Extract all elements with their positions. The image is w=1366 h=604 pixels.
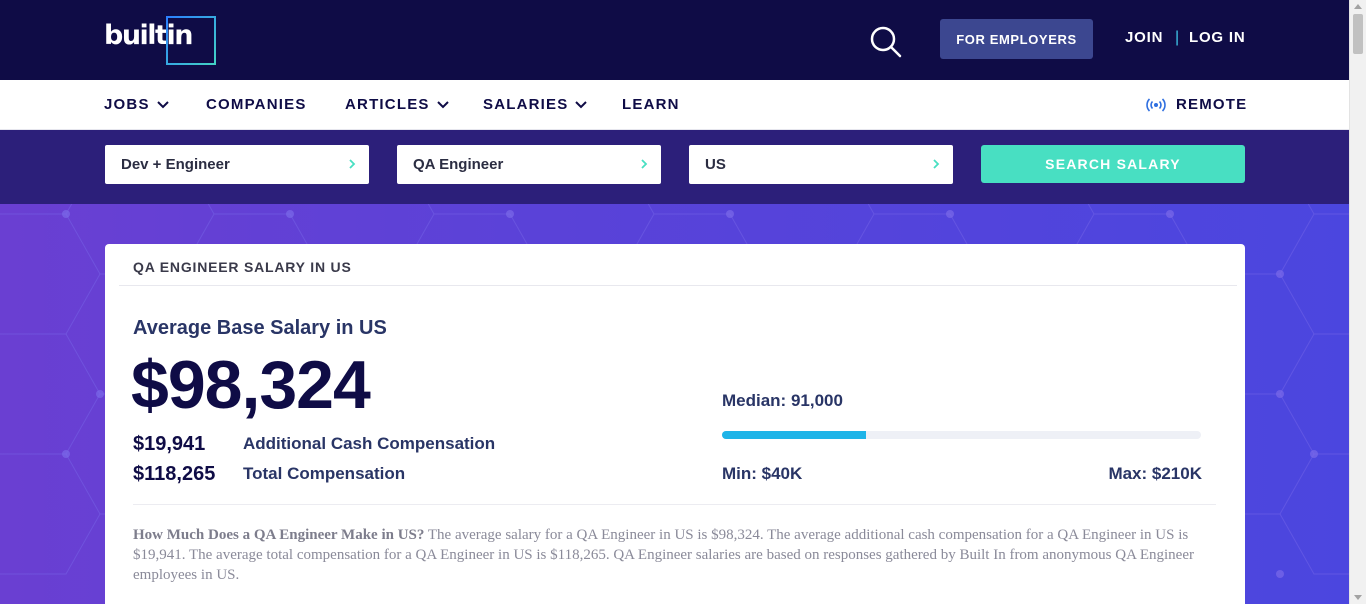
scroll-up-icon[interactable] [1354, 4, 1362, 9]
max-salary-label: Max: $210K [1108, 464, 1202, 483]
scroll-down-icon[interactable] [1354, 595, 1362, 600]
builtin-logo[interactable]: builtin [104, 16, 216, 66]
category-value: Dev + Engineer [121, 156, 230, 173]
additional-compensation-value: $19,941 [133, 433, 206, 455]
median-label: Median: 91,000 [722, 391, 843, 410]
category-select[interactable]: Dev + Engineer [105, 145, 369, 184]
top-header: builtin FOR EMPLOYERS JOIN | LOG IN [0, 0, 1349, 80]
nav-item-label: COMPANIES [206, 96, 307, 113]
chevron-right-icon [641, 159, 648, 169]
logo-box [166, 16, 216, 65]
salary-description: How Much Does a QA Engineer Make in US? … [133, 525, 1213, 585]
main-nav: JOBS COMPANIES ARTICLES SALARIES LEARN R… [0, 80, 1349, 130]
average-salary-title: Average Base Salary in US [133, 317, 387, 339]
scroll-thumb[interactable] [1353, 14, 1363, 54]
salary-range-fill [722, 431, 866, 439]
nav-item-label: SALARIES [483, 96, 569, 113]
min-salary-label: Min: $40K [722, 464, 803, 483]
role-value: QA Engineer [413, 156, 504, 173]
chevron-down-icon [436, 100, 449, 108]
location-value: US [705, 156, 726, 173]
page-scrollbar[interactable] [1349, 0, 1366, 604]
chevron-down-icon [156, 100, 169, 108]
divider [119, 285, 1237, 286]
remote-label: REMOTE [1176, 96, 1248, 113]
nav-item-label: ARTICLES [345, 96, 430, 113]
salary-range-bar [722, 431, 1201, 439]
chevron-down-icon [575, 100, 588, 108]
nav-item-salaries[interactable]: SALARIES [483, 96, 588, 113]
total-compensation-label: Total Compensation [243, 464, 406, 483]
search-salary-button[interactable]: SEARCH SALARY [981, 145, 1245, 183]
broadcast-icon [1146, 97, 1166, 112]
nav-item-articles[interactable]: ARTICLES [345, 96, 450, 113]
login-link[interactable]: LOG IN [1189, 29, 1245, 46]
for-employers-button[interactable]: FOR EMPLOYERS [940, 19, 1093, 59]
nav-item-label: LEARN [622, 96, 680, 113]
divider [133, 504, 1216, 505]
location-select[interactable]: US [689, 145, 953, 184]
nav-item-learn[interactable]: LEARN [622, 96, 680, 113]
nav-item-remote[interactable]: REMOTE [1146, 96, 1247, 113]
chevron-right-icon [349, 159, 356, 169]
card-heading: QA ENGINEER SALARY IN US [133, 259, 352, 275]
chevron-right-icon [933, 159, 940, 169]
join-link[interactable]: JOIN [1125, 29, 1163, 46]
header-separator: | [1175, 29, 1180, 46]
nav-item-label: JOBS [104, 96, 150, 113]
role-select[interactable]: QA Engineer [397, 145, 661, 184]
salary-search-bar: Dev + Engineer QA Engineer US SEARCH SAL… [0, 130, 1349, 204]
nav-item-companies[interactable]: COMPANIES [206, 96, 307, 113]
total-compensation-value: $118,265 [133, 463, 216, 485]
search-icon[interactable] [868, 24, 904, 60]
additional-compensation-label: Additional Cash Compensation [243, 434, 496, 453]
salary-card: QA ENGINEER SALARY IN US Average Base Sa… [105, 244, 1245, 604]
nav-item-jobs[interactable]: JOBS [104, 96, 170, 113]
description-question: How Much Does a QA Engineer Make in US? [133, 527, 425, 543]
average-salary-value: $98,324 [131, 347, 371, 423]
